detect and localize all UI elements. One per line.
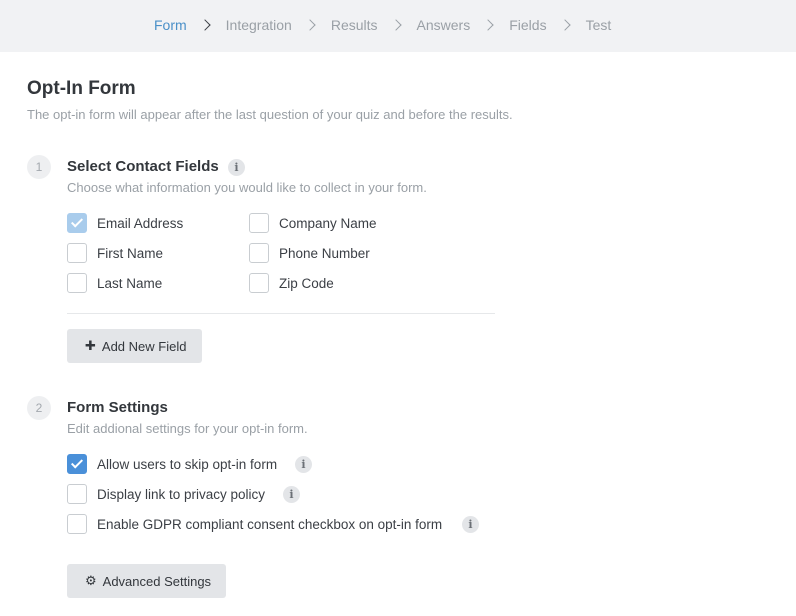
chevron-right-icon bbox=[558, 19, 571, 31]
breadcrumb-answers[interactable]: Answers bbox=[417, 17, 471, 33]
info-icon[interactable]: i bbox=[228, 159, 245, 176]
check-icon bbox=[70, 456, 84, 469]
plus-icon: ✚ bbox=[85, 338, 96, 354]
field-phone-number[interactable]: Phone Number bbox=[249, 243, 370, 263]
section-subtitle-form-settings: Edit addional settings for your opt-in f… bbox=[67, 421, 308, 436]
checkbox-company-name[interactable] bbox=[249, 213, 269, 233]
section-title-contact-fields: Select Contact Fields bbox=[67, 158, 219, 175]
chevron-right-icon bbox=[199, 19, 211, 31]
field-label: Zip Code bbox=[279, 275, 334, 291]
field-last-name[interactable]: Last Name bbox=[67, 273, 162, 293]
field-zip-code[interactable]: Zip Code bbox=[249, 273, 334, 293]
advanced-settings-button[interactable]: ⚙ Advanced Settings bbox=[67, 564, 226, 598]
option-label: Allow users to skip opt-in form bbox=[97, 456, 278, 472]
chevron-right-icon bbox=[304, 19, 316, 31]
field-label: Email Address bbox=[97, 215, 184, 231]
checkbox-privacy-link[interactable] bbox=[67, 484, 87, 504]
field-company-name[interactable]: Company Name bbox=[249, 213, 377, 233]
gear-icon: ⚙ bbox=[85, 573, 97, 589]
checkbox-allow-skip[interactable] bbox=[67, 454, 87, 474]
breadcrumb-form[interactable]: Form bbox=[154, 17, 187, 33]
field-label: Last Name bbox=[97, 275, 163, 291]
field-first-name[interactable]: First Name bbox=[67, 243, 163, 263]
section-title-form-settings: Form Settings bbox=[67, 399, 168, 416]
checkbox-last-name[interactable] bbox=[67, 273, 87, 293]
field-label: Phone Number bbox=[279, 245, 370, 261]
field-label: Company Name bbox=[279, 215, 377, 231]
section-subtitle-contact-fields: Choose what information you would like t… bbox=[67, 180, 427, 195]
option-label: Enable GDPR compliant consent checkbox o… bbox=[97, 516, 443, 532]
info-icon[interactable]: i bbox=[283, 486, 300, 503]
breadcrumb: Form Integration Results Answers Fields … bbox=[154, 16, 611, 34]
chevron-right-icon bbox=[482, 19, 494, 31]
field-label: First Name bbox=[97, 245, 164, 261]
advanced-settings-label: Advanced Settings bbox=[102, 573, 212, 589]
step-number-1: 1 bbox=[27, 155, 51, 179]
breadcrumb-test[interactable]: Test bbox=[586, 17, 612, 33]
info-icon[interactable]: i bbox=[295, 456, 312, 473]
step-number-2: 2 bbox=[27, 396, 51, 420]
option-label: Display link to privacy policy bbox=[97, 486, 266, 502]
breadcrumb-integration[interactable]: Integration bbox=[226, 17, 292, 33]
checkbox-gdpr-consent[interactable] bbox=[67, 514, 87, 534]
checkbox-zip-code[interactable] bbox=[249, 273, 269, 293]
top-navigation-bar: Form Integration Results Answers Fields … bbox=[0, 0, 796, 52]
check-icon bbox=[70, 215, 84, 228]
chevron-right-icon bbox=[389, 19, 402, 31]
checkbox-email-address[interactable] bbox=[67, 213, 87, 233]
section-divider bbox=[67, 313, 495, 314]
page-title: Opt-In Form bbox=[27, 78, 136, 99]
breadcrumb-results[interactable]: Results bbox=[331, 17, 378, 33]
page-subtitle: The opt-in form will appear after the la… bbox=[27, 107, 513, 122]
option-privacy-link[interactable]: Display link to privacy policy bbox=[67, 484, 265, 504]
option-gdpr-consent[interactable]: Enable GDPR compliant consent checkbox o… bbox=[67, 514, 442, 534]
option-allow-skip[interactable]: Allow users to skip opt-in form bbox=[67, 454, 277, 474]
add-new-field-button[interactable]: ✚ Add New Field bbox=[67, 329, 202, 363]
field-email-address[interactable]: Email Address bbox=[67, 213, 183, 233]
checkbox-first-name[interactable] bbox=[67, 243, 87, 263]
add-new-field-label: Add New Field bbox=[101, 338, 187, 354]
info-icon[interactable]: i bbox=[462, 516, 479, 533]
checkbox-phone-number[interactable] bbox=[249, 243, 269, 263]
breadcrumb-fields[interactable]: Fields bbox=[509, 17, 546, 33]
